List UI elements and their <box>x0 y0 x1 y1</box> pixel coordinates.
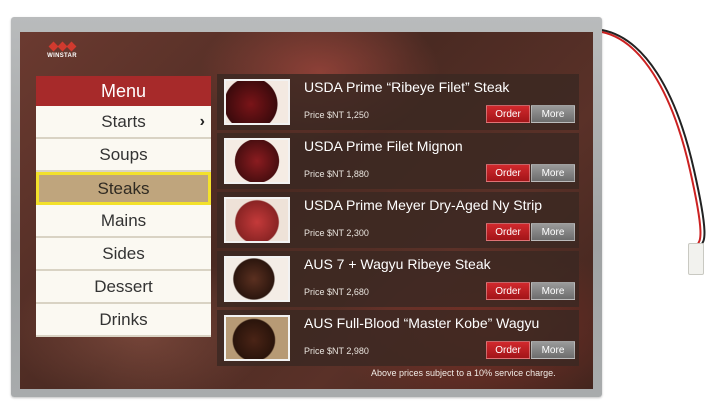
menu-item-label: Dessert <box>94 276 153 296</box>
steak-photo <box>224 138 290 184</box>
order-button[interactable]: Order <box>486 223 530 241</box>
product-list: USDA Prime “Ribeye Filet” Steak Price $N… <box>217 74 579 369</box>
menu-item-label: Steaks <box>97 178 150 198</box>
cable-connector <box>688 243 704 275</box>
menu-item-label: Drinks <box>99 309 148 329</box>
steak-photo <box>224 79 290 125</box>
order-button[interactable]: Order <box>486 341 530 359</box>
list-item: USDA Prime “Ribeye Filet” Steak Price $N… <box>217 74 579 130</box>
steak-photo <box>224 197 290 243</box>
list-item: USDA Prime Meyer Dry-Aged Ny Strip Price… <box>217 192 579 248</box>
product-title: USDA Prime “Ribeye Filet” Steak <box>304 79 510 95</box>
more-button[interactable]: More <box>531 341 575 359</box>
order-button[interactable]: Order <box>486 105 530 123</box>
product-price: Price $NT 1,880 <box>304 169 369 179</box>
menu-item-steaks[interactable]: Steaks <box>36 172 211 205</box>
steak-photo <box>224 256 290 302</box>
menu-screen: WINSTAR Menu Starts › Soups Steaks Mains… <box>20 32 593 389</box>
product-price: Price $NT 2,300 <box>304 228 369 238</box>
list-item: AUS 7 + Wagyu Ribeye Steak Price $NT 2,6… <box>217 251 579 307</box>
product-price: Price $NT 2,980 <box>304 346 369 356</box>
product-title: USDA Prime Filet Mignon <box>304 138 463 154</box>
more-button[interactable]: More <box>531 105 575 123</box>
service-charge-note: Above prices subject to a 10% service ch… <box>371 368 556 378</box>
order-button[interactable]: Order <box>486 282 530 300</box>
category-menu: Menu Starts › Soups Steaks Mains Sides D… <box>36 76 211 337</box>
more-button[interactable]: More <box>531 282 575 300</box>
product-title: AUS 7 + Wagyu Ribeye Steak <box>304 256 491 272</box>
menu-item-drinks[interactable]: Drinks <box>36 304 211 337</box>
steak-photo <box>224 315 290 361</box>
chevron-right-icon: › <box>199 113 205 130</box>
winstar-logo: WINSTAR <box>42 41 82 65</box>
menu-item-soups[interactable]: Soups <box>36 139 211 172</box>
menu-item-label: Mains <box>100 210 147 230</box>
product-title: AUS Full-Blood “Master Kobe” Wagyu <box>304 315 540 331</box>
menu-item-dessert[interactable]: Dessert <box>36 271 211 304</box>
menu-item-mains[interactable]: Mains <box>36 205 211 238</box>
menu-item-label: Starts <box>101 111 146 131</box>
menu-item-sides[interactable]: Sides <box>36 238 211 271</box>
list-item: USDA Prime Filet Mignon Price $NT 1,880 … <box>217 133 579 189</box>
menu-item-starts[interactable]: Starts › <box>36 106 211 139</box>
menu-item-label: Soups <box>99 144 148 164</box>
product-price: Price $NT 1,250 <box>304 110 369 120</box>
product-title: USDA Prime Meyer Dry-Aged Ny Strip <box>304 197 543 213</box>
menu-item-label: Sides <box>102 243 145 263</box>
logo-brand-text: WINSTAR <box>47 53 77 59</box>
product-price: Price $NT 2,680 <box>304 287 369 297</box>
more-button[interactable]: More <box>531 223 575 241</box>
list-item: AUS Full-Blood “Master Kobe” Wagyu Price… <box>217 310 579 366</box>
menu-header: Menu <box>36 76 211 106</box>
more-button[interactable]: More <box>531 164 575 182</box>
order-button[interactable]: Order <box>486 164 530 182</box>
